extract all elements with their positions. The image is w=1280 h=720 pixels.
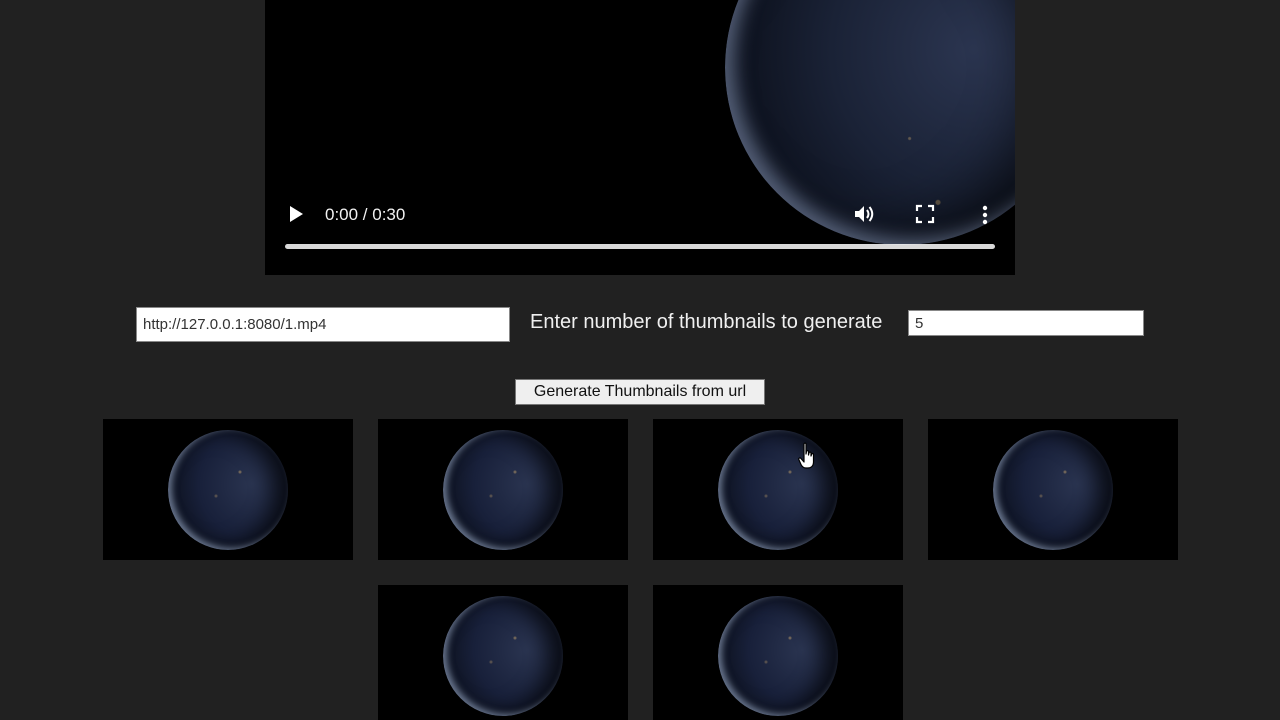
thumbnail-count-input[interactable] [908,310,1144,336]
thumbnail-4[interactable] [928,419,1178,560]
thumbnail-earth-image [993,430,1113,550]
generate-thumbnails-button[interactable]: Generate Thumbnails from url [515,379,765,405]
time-display: 0:00 / 0:30 [325,205,406,224]
video-progress-bar[interactable] [285,244,995,249]
thumbnail-earth-image [443,596,563,716]
thumbnail-count-label: Enter number of thumbnails to generate [530,311,883,333]
thumbnail-2[interactable] [378,419,628,560]
volume-icon[interactable] [853,203,877,225]
video-player[interactable]: 0:00 / 0:30 [265,0,1015,275]
thumbnail-earth-image [168,430,288,550]
thumbnail-1[interactable] [103,419,353,560]
thumbnail-6[interactable] [653,585,903,720]
thumbnail-3[interactable] [653,419,903,560]
url-input[interactable] [136,307,510,342]
thumbnail-5[interactable] [378,585,628,720]
thumbnail-earth-image [718,430,838,550]
thumbnail-earth-image [443,430,563,550]
play-icon[interactable] [285,203,307,225]
more-vert-icon[interactable] [979,204,991,226]
thumbnail-earth-image [718,596,838,716]
page: 0:00 / 0:30 Enter number of thumbnails t… [0,0,1280,720]
fullscreen-icon[interactable] [915,204,935,224]
